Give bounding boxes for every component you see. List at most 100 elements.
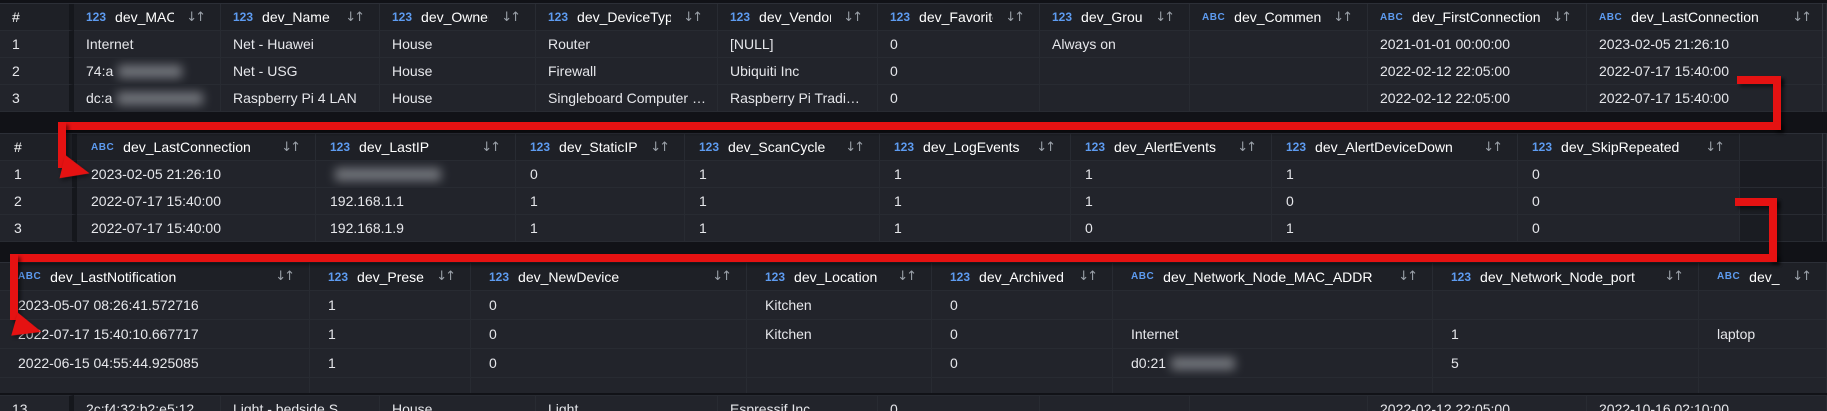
sort-arrows-icon[interactable]: ↓↑ bbox=[638, 140, 676, 155]
column-header-dev_Network_Node_port[interactable]: 123dev_Network_Node_port↓↑ bbox=[1433, 263, 1699, 291]
redacted-text-blur bbox=[117, 92, 203, 105]
sort-arrows-icon[interactable]: ↓↑ bbox=[1540, 10, 1578, 25]
sort-arrows-icon[interactable]: ↓↑ bbox=[993, 10, 1031, 25]
table-cell: 2021-01-01 00:00:00 bbox=[1368, 31, 1587, 58]
sort-arrows-icon[interactable]: ↓↑ bbox=[831, 10, 869, 25]
column-header-dev_LastConnection[interactable]: ABCdev_LastConnection↓↑ bbox=[1587, 4, 1827, 31]
column-label: dev_NewDevice bbox=[518, 269, 619, 285]
sort-arrows-icon[interactable]: ↓↑ bbox=[1386, 269, 1424, 284]
column-header-dev_SkipRepeated[interactable]: 123dev_SkipRepeated↓↑ bbox=[1518, 134, 1740, 161]
column-header-dev_StaticIP[interactable]: 123dev_StaticIP↓↑ bbox=[516, 134, 685, 161]
sort-arrows-icon[interactable]: ↓↑ bbox=[333, 10, 371, 25]
table-cell bbox=[1040, 395, 1190, 411]
column-label: dev_LastNotification bbox=[50, 269, 176, 285]
column-header-dev_LogEvents[interactable]: 123dev_LogEvents↓↑ bbox=[880, 134, 1071, 161]
table-cell: 2022-02-12 22:05:00 bbox=[1368, 58, 1587, 85]
sort-arrows-icon[interactable]: ↓↑ bbox=[174, 10, 212, 25]
sort-arrows-icon[interactable]: ↓↑ bbox=[269, 140, 307, 155]
table-cell: 1 bbox=[1272, 215, 1518, 242]
number-field-type-icon: 123 bbox=[1085, 140, 1105, 154]
column-header-dev_Vendor[interactable]: 123dev_Vendor↓↑ bbox=[718, 4, 878, 31]
table-cell bbox=[310, 378, 471, 393]
column-header-dev_LastConnection[interactable]: ABCdev_LastConnection↓↑ bbox=[77, 134, 316, 161]
column-header-dev_DeviceType[interactable]: 123dev_DeviceType↓↑ bbox=[536, 4, 718, 31]
table-row: 132c:f4:32:b2:e5:12Light - bedside SHous… bbox=[0, 395, 1827, 411]
sort-arrows-icon[interactable]: ↓↑ bbox=[833, 140, 871, 155]
string-field-type-icon: ABC bbox=[1380, 12, 1403, 23]
column-header-dev_Name[interactable]: 123dev_Name↓↑ bbox=[221, 4, 380, 31]
table-cell: 0 bbox=[1518, 188, 1740, 215]
column-header-dev_Location[interactable]: 123dev_Location↓↑ bbox=[747, 263, 932, 291]
column-header-dev_Icon[interactable]: ABCdev_Icon↓↑ bbox=[1699, 263, 1827, 291]
column-header-dev_Archived[interactable]: 123dev_Archived↓↑ bbox=[932, 263, 1113, 291]
column-header-#[interactable]: # bbox=[0, 4, 74, 31]
sort-arrows-icon[interactable]: ↓↑ bbox=[1321, 10, 1359, 25]
table-cell: 0 bbox=[471, 349, 747, 378]
sort-arrows-icon[interactable]: ↓↑ bbox=[700, 269, 738, 284]
row-number-cell: 13 bbox=[0, 395, 74, 411]
string-field-type-icon: ABC bbox=[91, 142, 114, 153]
table-row: 274:aNet - USGHouseFirewallUbiquiti Inc0… bbox=[0, 58, 1827, 85]
table-cell: 1 bbox=[685, 188, 880, 215]
column-header-dev_Owner[interactable]: 123dev_Owner↓↑ bbox=[380, 4, 536, 31]
number-field-type-icon: 123 bbox=[233, 10, 253, 24]
number-field-type-icon: 123 bbox=[1286, 140, 1306, 154]
table-cell: 0 bbox=[1071, 215, 1272, 242]
table-cell: Kitchen bbox=[747, 320, 932, 349]
sort-arrows-icon[interactable]: ↓↑ bbox=[1652, 269, 1690, 284]
sort-arrows-icon[interactable]: ↓↑ bbox=[1780, 10, 1818, 25]
sort-arrows-icon[interactable]: ↓↑ bbox=[1066, 269, 1104, 284]
string-field-type-icon: ABC bbox=[1202, 12, 1225, 23]
sort-arrows-icon[interactable]: ↓↑ bbox=[1143, 10, 1181, 25]
column-header-dev_LastNotification[interactable]: ABCdev_LastNotification↓↑ bbox=[0, 263, 310, 291]
sort-arrows-icon[interactable]: ↓↑ bbox=[263, 269, 301, 284]
row-number-cell: 2 bbox=[0, 188, 77, 215]
number-field-type-icon: 123 bbox=[890, 10, 910, 24]
table-cell bbox=[1040, 85, 1190, 112]
column-header-dev_Group[interactable]: 123 dev_Group↓↑ bbox=[1040, 4, 1190, 31]
table-cell: 1 bbox=[685, 161, 880, 188]
table-cell: Net - Huawei bbox=[221, 31, 380, 58]
redacted-text-blur bbox=[118, 65, 182, 78]
table-cell bbox=[1113, 291, 1433, 320]
sort-arrows-icon[interactable]: ↓↑ bbox=[1780, 269, 1818, 284]
table-segment-2: #ABCdev_LastConnection↓↑123dev_LastIP↓↑1… bbox=[0, 133, 1827, 242]
table-cell: 2022-07-17 15:40:00 bbox=[1587, 58, 1827, 85]
column-header-dev_AlertDeviceDown[interactable]: 123dev_AlertDeviceDown↓↑ bbox=[1272, 134, 1518, 161]
column-header-dev_NewDevice[interactable]: 123dev_NewDevice↓↑ bbox=[471, 263, 747, 291]
sort-arrows-icon[interactable]: ↓↑ bbox=[1693, 140, 1731, 155]
sort-arrows-icon[interactable]: ↓↑ bbox=[1471, 140, 1509, 155]
header-row: ABCdev_LastNotification↓↑123dev_PresentL… bbox=[0, 263, 1827, 291]
sort-arrows-icon[interactable]: ↓↑ bbox=[1225, 140, 1263, 155]
sort-arrows-icon[interactable]: ↓↑ bbox=[469, 140, 507, 155]
sort-arrows-icon[interactable]: ↓↑ bbox=[424, 269, 462, 284]
table-cell: 0 bbox=[878, 31, 1040, 58]
column-header-dev_PresentLastScan[interactable]: 123dev_PresentLastScan↓↑ bbox=[310, 263, 471, 291]
number-field-type-icon: 123 bbox=[1052, 10, 1072, 24]
row-number-cell: 3 bbox=[0, 215, 77, 242]
number-field-type-icon: 123 bbox=[699, 140, 719, 154]
table-row: 12023-02-05 21:26:10011110 bbox=[0, 161, 1827, 188]
column-label: dev_LastConnection bbox=[1631, 9, 1759, 25]
sort-arrows-icon[interactable]: ↓↑ bbox=[1024, 140, 1062, 155]
column-header-dev_Favorite[interactable]: 123dev_Favorite↓↑ bbox=[878, 4, 1040, 31]
column-header-dev_Comments[interactable]: ABCdev_Comments↓↑ bbox=[1190, 4, 1368, 31]
column-header-dev_Network_Node_MAC_ADDR[interactable]: ABCdev_Network_Node_MAC_ADDR↓↑ bbox=[1113, 263, 1433, 291]
table-cell: 1 bbox=[1071, 161, 1272, 188]
table-cell: 1 bbox=[310, 320, 471, 349]
column-header-dev_FirstConnection[interactable]: ABCdev_FirstConnection↓↑ bbox=[1368, 4, 1587, 31]
column-header-blank bbox=[1740, 134, 1827, 161]
sort-arrows-icon[interactable]: ↓↑ bbox=[489, 10, 527, 25]
column-label: dev_Location bbox=[794, 269, 877, 285]
column-header-dev_LastIP[interactable]: 123dev_LastIP↓↑ bbox=[316, 134, 516, 161]
column-label: dev_LogEvents bbox=[923, 139, 1020, 155]
column-header-dev_AlertEvents[interactable]: 123dev_AlertEvents↓↑ bbox=[1071, 134, 1272, 161]
table-cell: 2023-02-05 21:26:10 bbox=[77, 161, 316, 188]
column-label: dev_Group bbox=[1081, 9, 1143, 25]
column-header-dev_ScanCycle[interactable]: 123dev_ScanCycle↓↑ bbox=[685, 134, 880, 161]
sort-arrows-icon[interactable]: ↓↑ bbox=[885, 269, 923, 284]
panel-right-edge-line bbox=[1822, 3, 1823, 112]
sort-arrows-icon[interactable]: ↓↑ bbox=[671, 10, 709, 25]
column-header-dev_MAC[interactable]: 123dev_MAC↓↑ bbox=[74, 4, 221, 31]
table-cell bbox=[932, 378, 1113, 393]
